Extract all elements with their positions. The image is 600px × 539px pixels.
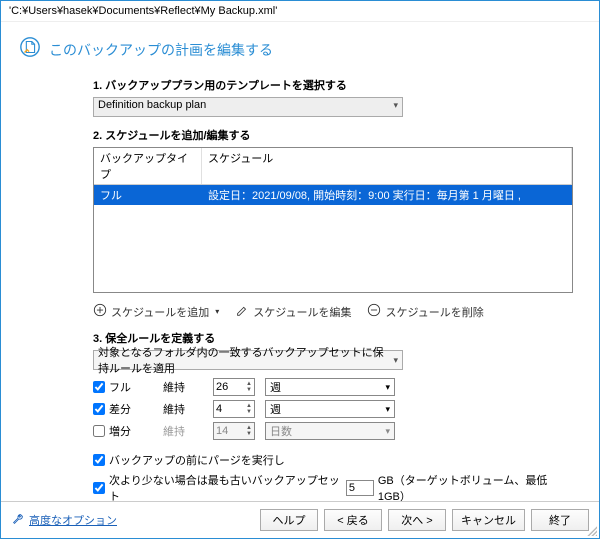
cancel-button[interactable]: キャンセル <box>452 509 525 531</box>
retention-grid: フル 維持 26▲▼ 週▾ 差分 維持 4▲▼ 週▾ 増分 維持 14▲▼ 日数… <box>93 376 573 442</box>
inc-label: 増分 <box>109 423 131 439</box>
advanced-options-label: 高度なオプション <box>29 512 117 528</box>
edit-schedule-button[interactable]: スケジュールを編集 <box>235 303 351 320</box>
col-schedule[interactable]: スケジュール <box>202 148 572 184</box>
finish-button[interactable]: 終了 <box>531 509 589 531</box>
back-button[interactable]: < 戻る <box>324 509 382 531</box>
dialog-footer: 高度なオプション ヘルプ < 戻る 次へ > キャンセル 終了 <box>1 501 599 538</box>
advanced-options-link[interactable]: 高度なオプション <box>11 512 117 529</box>
diff-keep-label: 維持 <box>163 401 203 417</box>
plus-icon <box>93 303 107 320</box>
rule-row-inc: 増分 維持 14▲▼ 日数▾ <box>93 420 573 442</box>
low-space-checkbox[interactable]: 次より少ない場合は最も古いバックアップセット GB（ターゲットボリューム、最低1… <box>93 472 573 501</box>
retention-scope-value: 対象となるフォルダ内の一致するバックアップセットに保持ルールを適用 <box>98 344 393 376</box>
add-schedule-label: スケジュールを追加 <box>111 304 209 320</box>
purge-label: バックアップの前にパージを実行し <box>109 452 285 468</box>
chevron-down-icon: ▾ <box>385 426 390 437</box>
inc-count-spinner: 14▲▼ <box>213 422 255 440</box>
delete-schedule-button[interactable]: スケジュールを削除 <box>367 303 483 320</box>
add-schedule-button[interactable]: スケジュールを追加 ▾ <box>93 303 219 320</box>
chevron-down-icon: ▾ <box>393 100 398 111</box>
template-combo[interactable]: Definition backup plan ▾ <box>93 97 403 117</box>
edit-schedule-label: スケジュールを編集 <box>253 304 351 320</box>
full-count-spinner[interactable]: 26▲▼ <box>213 378 255 396</box>
section1-label: 1. バックアッププラン用のテンプレートを選択する <box>93 77 573 93</box>
schedule-table[interactable]: バックアップタイプ スケジュール フル 設定日：2021/09/08, 開始時刻… <box>93 147 573 293</box>
next-button[interactable]: 次へ > <box>388 509 446 531</box>
content-area: このバックアップの計画を編集する 1. バックアッププラン用のテンプレートを選択… <box>1 22 599 501</box>
dialog-body: 1. バックアッププラン用のテンプレートを選択する Definition bac… <box>93 73 573 501</box>
inc-checkbox[interactable]: 増分 <box>93 423 153 439</box>
diff-unit-select[interactable]: 週▾ <box>265 400 395 418</box>
section2-label: 2. スケジュールを追加/編集する <box>93 127 573 143</box>
minus-icon <box>367 303 381 320</box>
help-button[interactable]: ヘルプ <box>260 509 318 531</box>
dialog-window: 'C:¥Users¥hasek¥Documents¥Reflect¥My Bac… <box>0 0 600 539</box>
template-combo-value: Definition backup plan <box>98 99 206 111</box>
cell-schedule: 設定日：2021/09/08, 開始時刻：9:00 実行日：毎月第 1 月曜日 … <box>202 185 572 205</box>
cell-backup-type: フル <box>94 185 202 205</box>
full-unit-select[interactable]: 週▾ <box>265 378 395 396</box>
chevron-down-icon: ▾ <box>385 404 390 415</box>
full-keep-label: 維持 <box>163 379 203 395</box>
chevron-down-icon: ▾ <box>215 307 219 316</box>
full-label: フル <box>109 379 131 395</box>
chevron-down-icon: ▾ <box>385 382 390 393</box>
page-title: このバックアップの計画を編集する <box>49 40 273 60</box>
edit-plan-icon <box>19 36 41 63</box>
page-header: このバックアップの計画を編集する <box>19 36 581 63</box>
purge-before-backup-checkbox[interactable]: バックアップの前にパージを実行し <box>93 452 573 468</box>
diff-label: 差分 <box>109 401 131 417</box>
resize-grip[interactable] <box>585 524 597 536</box>
rule-row-diff: 差分 維持 4▲▼ 週▾ <box>93 398 573 420</box>
table-header: バックアップタイプ スケジュール <box>94 148 572 185</box>
low-space-label-a: 次より少ない場合は最も古いバックアップセット <box>109 472 342 501</box>
col-backup-type[interactable]: バックアップタイプ <box>94 148 202 184</box>
schedule-actions: スケジュールを追加 ▾ スケジュールを編集 スケジュールを削除 <box>93 303 573 320</box>
spin-down-icon[interactable]: ▼ <box>246 409 252 415</box>
retention-scope-combo[interactable]: 対象となるフォルダ内の一致するバックアップセットに保持ルールを適用 ▾ <box>93 350 403 370</box>
inc-keep-label: 維持 <box>163 423 203 439</box>
delete-schedule-label: スケジュールを削除 <box>385 304 483 320</box>
diff-count-spinner[interactable]: 4▲▼ <box>213 400 255 418</box>
chevron-down-icon: ▾ <box>393 355 398 366</box>
pencil-icon <box>235 303 249 320</box>
window-title: 'C:¥Users¥hasek¥Documents¥Reflect¥My Bac… <box>1 1 599 22</box>
inc-unit-select: 日数▾ <box>265 422 395 440</box>
rule-row-full: フル 維持 26▲▼ 週▾ <box>93 376 573 398</box>
low-space-gb-input[interactable] <box>346 480 374 496</box>
wrench-icon <box>11 512 25 529</box>
spin-down-icon: ▼ <box>246 431 252 437</box>
spin-down-icon[interactable]: ▼ <box>246 387 252 393</box>
full-checkbox[interactable]: フル <box>93 379 153 395</box>
diff-checkbox[interactable]: 差分 <box>93 401 153 417</box>
table-row[interactable]: フル 設定日：2021/09/08, 開始時刻：9:00 実行日：毎月第 1 月… <box>94 185 572 205</box>
low-space-label-b: GB（ターゲットボリューム、最低1GB） <box>378 472 573 501</box>
